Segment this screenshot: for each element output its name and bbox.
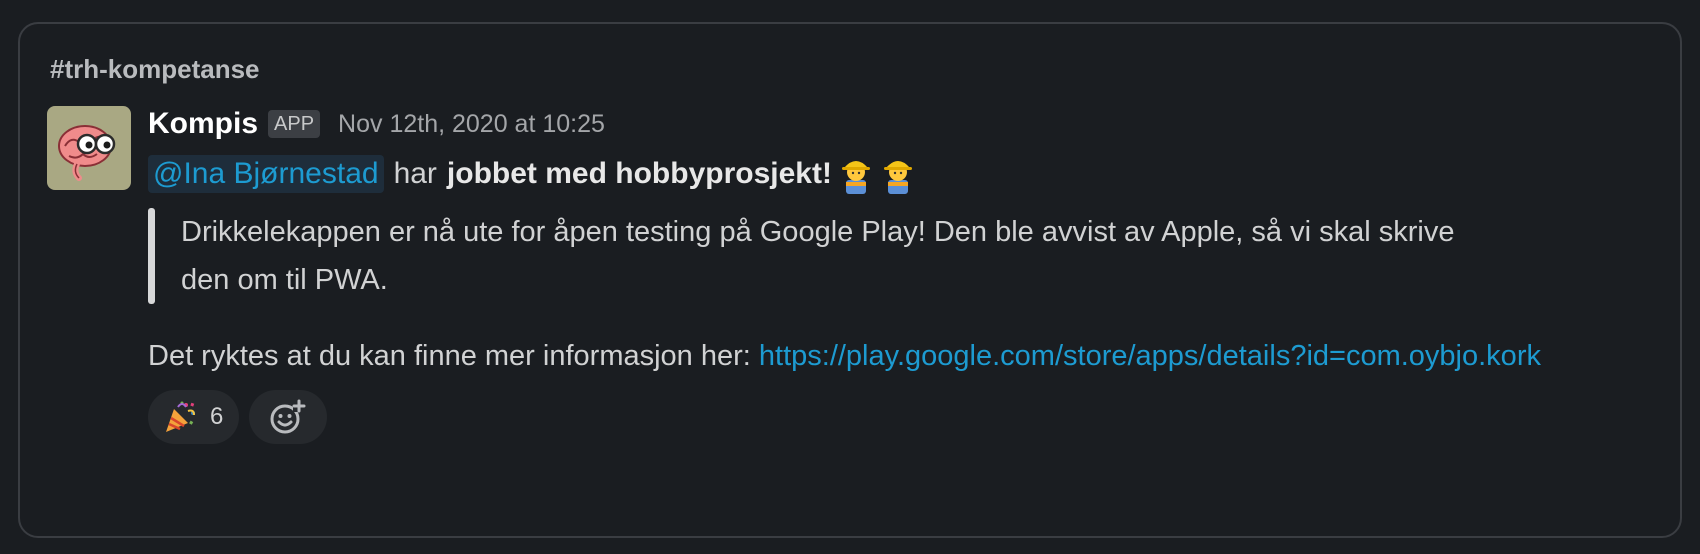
store-link[interactable]: https://play.google.com/store/apps/detai… xyxy=(759,340,1541,372)
man-construction-worker-icon xyxy=(880,154,916,194)
message-headline: @Ina Bjørnestad har jobbet med hobbypros… xyxy=(148,152,1568,196)
message-timestamp[interactable]: Nov 12th, 2020 at 10:25 xyxy=(338,110,605,139)
quote-text: Drikkelekappen er nå ute for åpen testin… xyxy=(181,216,1455,296)
party-popper-icon xyxy=(166,401,195,432)
user-mention[interactable]: @Ina Bjørnestad xyxy=(148,155,384,193)
message-card: #trh-kompetanse Kompis APP Nov 12th, 202… xyxy=(18,22,1682,538)
add-emoji-icon xyxy=(270,399,306,434)
headline-activity: jobbet med hobbyprosjekt! xyxy=(446,157,832,190)
avatar[interactable] xyxy=(47,106,131,190)
app-badge: APP xyxy=(268,110,321,138)
reaction-count: 6 xyxy=(210,403,224,430)
brain-icon xyxy=(58,125,116,181)
add-reaction-button[interactable] xyxy=(249,390,328,444)
channel-name[interactable]: #trh-kompetanse xyxy=(50,54,260,85)
woman-construction-worker-icon xyxy=(838,154,874,194)
sender-name[interactable]: Kompis xyxy=(148,107,258,141)
info-text: Det ryktes at du kan finne mer informasj… xyxy=(148,340,751,372)
headline-verb: har xyxy=(393,157,437,190)
message-content: Kompis APP Nov 12th, 2020 at 10:25 @Ina … xyxy=(148,104,1568,444)
info-paragraph: Det ryktes at du kan finne mer informasj… xyxy=(148,332,1548,380)
message-header: Kompis APP Nov 12th, 2020 at 10:25 xyxy=(148,104,1568,144)
blockquote: Drikkelekappen er nå ute for åpen testin… xyxy=(148,208,1568,304)
reactions-bar: 6 xyxy=(148,390,1568,444)
reaction-party[interactable]: 6 xyxy=(148,390,240,444)
quote-bar xyxy=(148,208,155,304)
